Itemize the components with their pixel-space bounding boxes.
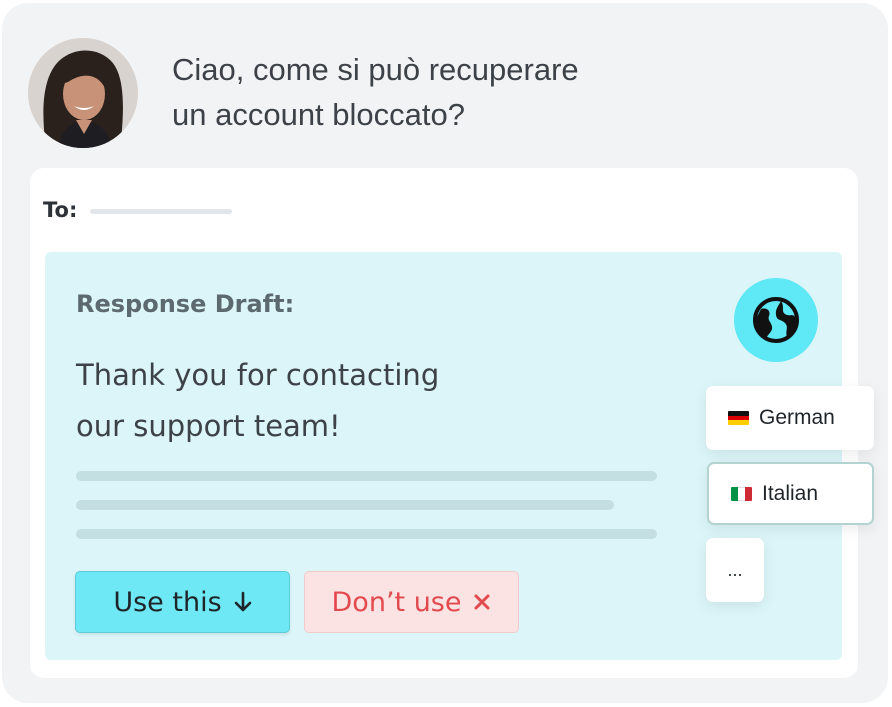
draft-body-line-2: our support team! (76, 409, 341, 443)
close-icon (473, 593, 491, 611)
use-this-label: Use this (113, 586, 222, 618)
use-this-button[interactable]: Use this (75, 571, 290, 633)
draft-body: Thank you for contacting our support tea… (76, 350, 636, 452)
message-line-1: Ciao, come si può recuperare (172, 52, 579, 87)
draft-body-line-1: Thank you for contacting (76, 358, 440, 392)
dont-use-label: Don’t use (331, 586, 462, 618)
draft-title: Response Draft: (76, 290, 295, 318)
de-flag-icon (728, 411, 749, 425)
globe-icon[interactable] (734, 278, 818, 362)
arrow-down-icon (234, 591, 252, 613)
user-avatar (28, 38, 138, 148)
more-languages-button[interactable]: ... (706, 538, 764, 602)
more-label: ... (727, 559, 743, 580)
dont-use-button[interactable]: Don’t use (304, 571, 519, 633)
to-field[interactable] (90, 209, 232, 214)
placeholder-text-line (76, 529, 657, 539)
language-label: Italian (762, 481, 819, 505)
it-flag-icon (731, 486, 752, 501)
language-option-german[interactable]: German (706, 386, 874, 450)
placeholder-text-line (76, 471, 657, 481)
placeholder-text-line (76, 500, 614, 510)
message-line-2: un account bloccato? (172, 97, 465, 132)
language-label: German (759, 406, 835, 429)
to-label: To: (43, 198, 78, 222)
language-option-italian[interactable]: Italian (707, 462, 874, 525)
customer-message: Ciao, come si può recuperare un account … (172, 47, 692, 137)
